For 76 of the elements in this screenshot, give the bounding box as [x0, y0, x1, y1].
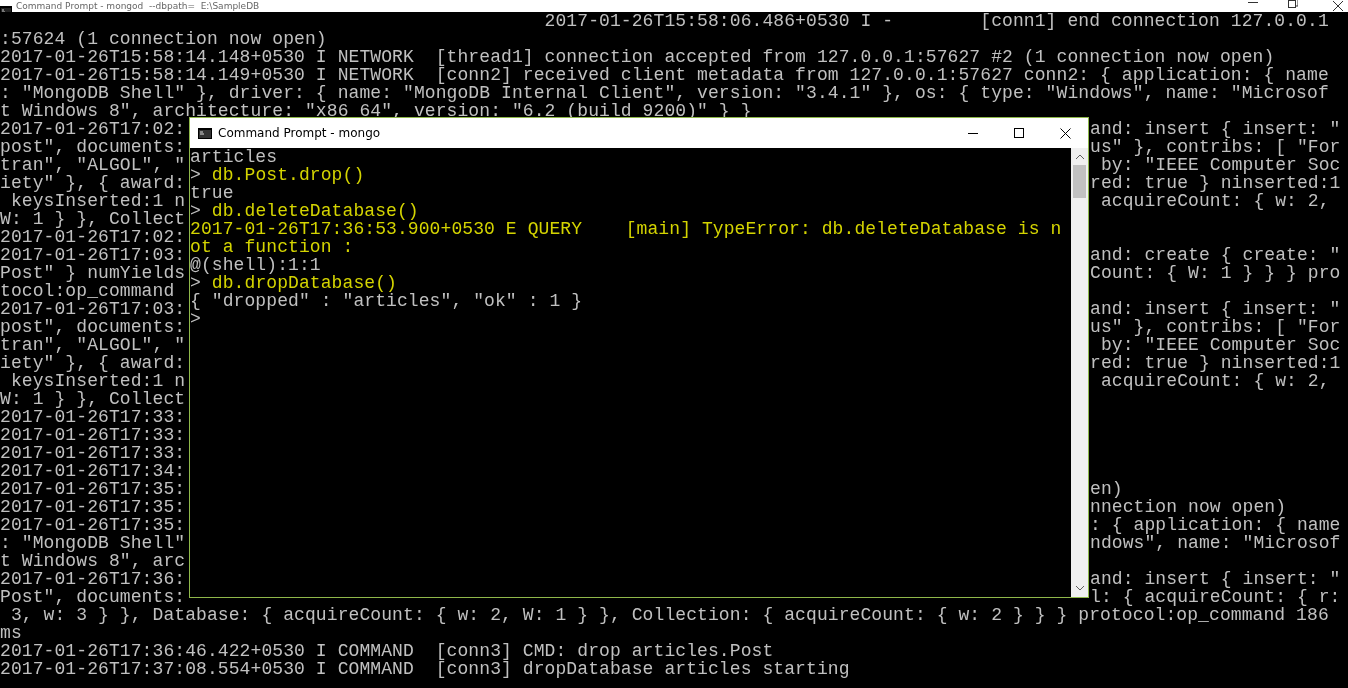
console-line: 2017-01-26T17:02:	[0, 227, 186, 247]
console-line: 2017-01-26T17:36:	[0, 569, 186, 589]
console-line: keysInserted:1 n	[10, 371, 186, 391]
console-line: red: true } ninserted:1	[1090, 354, 1341, 372]
scroll-up-icon[interactable]	[1075, 154, 1084, 159]
scroll-down-icon[interactable]	[1075, 586, 1084, 591]
console-line: and: insert { insert: "	[1090, 570, 1341, 588]
error-text: ot a function :	[190, 237, 354, 257]
command-text: db.deleteDatabase()	[211, 201, 419, 221]
console-line: W: 1 } }, Collect	[0, 389, 186, 409]
console-icon	[198, 127, 212, 139]
console-line: keysInserted:1 n	[10, 191, 186, 211]
console-line: ndows", name: "Microsof	[1090, 534, 1341, 552]
console-line: by: "IEEE Computer Soc	[1100, 156, 1341, 174]
console-line: tocol:op_command	[0, 281, 175, 301]
console-line: acquireCount: { w: 2,	[1099, 372, 1330, 390]
console-line: 2017-01-26T17:33:	[0, 443, 186, 463]
console-line: ms	[0, 624, 23, 642]
console-line: : "MongoDB Shell"	[0, 533, 186, 553]
console-line: 2017-01-26T17:34:	[0, 461, 186, 481]
console-line: iety" }, { award:	[0, 353, 186, 373]
console-line: 2017-01-26T17:03:	[0, 245, 186, 265]
console-line: and: insert { insert: "	[1090, 300, 1341, 318]
output-text: true	[190, 183, 234, 203]
console-line: 3, w: 3 } }, Database: { acquireCount: { w: 2, W: 1 } }, Collection: { acquireCount: { w: 2 } } } protocol:op_command 186	[9, 606, 1330, 624]
command-text: db.Post.drop()	[211, 165, 365, 185]
console-line: and: insert { insert: "	[1090, 120, 1341, 138]
prompt: >	[190, 273, 201, 293]
console-line: us" }, contribs: [ "For	[1090, 318, 1341, 336]
output-text: articles	[190, 148, 278, 167]
console-line: Post", documents:	[0, 587, 186, 607]
maximize-icon	[1014, 128, 1024, 138]
close-icon[interactable]	[1332, 0, 1344, 12]
console-line: Count: { W: 1 } } } pro	[1090, 264, 1341, 282]
console-line: 2017-01-26T17:36:46.422+0530 I COMMAND [conn3] CMD: drop articles.Post	[0, 642, 775, 660]
console-line: us" }, contribs: [ "For	[1090, 138, 1341, 156]
console-line: red: true } ninserted:1	[1090, 174, 1341, 192]
console-line: : { application: { name	[1090, 516, 1341, 534]
console-line: t Windows 8", arc	[0, 551, 186, 571]
console-line: 2017-01-26T15:58:06.486+0530 I - [conn1] end connection 127.0.0.1	[543, 12, 1330, 30]
scroll-thumb[interactable]	[1073, 165, 1086, 198]
console-line: 2017-01-26T17:35:	[0, 497, 186, 517]
console-line: l: { acquireCount: { r:	[1090, 588, 1341, 606]
command-text: db.dropDatabase()	[211, 273, 397, 293]
console-line: 2017-01-26T17:02:	[0, 119, 186, 139]
console-line: nnection now open)	[1090, 498, 1287, 516]
console-line: 2017-01-26T17:37:08.554+0530 I COMMAND [conn3] dropDatabase articles starting	[0, 660, 851, 678]
console-line: en)	[1090, 480, 1123, 498]
console-line: 2017-01-26T17:33:	[0, 425, 186, 445]
console-line: post", documents:	[0, 317, 186, 337]
console-line: 2017-01-26T17:33:	[0, 407, 186, 427]
prompt: >	[190, 201, 201, 221]
console-line: 2017-01-26T17:03:	[0, 299, 186, 319]
console-line: 2017-01-26T17:35:	[0, 479, 186, 499]
console-line: 2017-01-26T15:58:14.148+0530 I NETWORK [thread1] connection accepted from 127.0.0.1:57627 #2 (1 connection now open)	[0, 48, 1276, 66]
window-title: Command Prompt - mongod --dbpath= E:\SampleDB	[16, 1, 260, 12]
console-line: tran", "ALGOL", "	[0, 155, 186, 175]
prompt: >	[190, 165, 201, 185]
close-icon	[1059, 127, 1071, 139]
output-text: { "dropped" : "articles", "ok" : 1 }	[190, 291, 583, 311]
console-line: : "MongoDB Shell" }, driver: { name: "MongoDB Internal Client", version: "3.4.1" }, os: { type: "Windows", name: "Microsof	[0, 84, 1330, 102]
console-line: Post" } numYields	[0, 263, 186, 283]
error-text: 2017-01-26T17:36:53.900+0530 E QUERY [main] TypeError: db.deleteDatabase is n	[190, 219, 1062, 239]
prompt: >	[190, 309, 201, 329]
console-line: 2017-01-26T15:58:14.149+0530 I NETWORK [conn2] received client metadata from 127.0.0.1:57627 conn2: { application: { name	[0, 66, 1330, 84]
console-line: iety" }, { award:	[0, 173, 186, 193]
output-text: @(shell):1:1	[190, 255, 321, 275]
console-line: by: "IEEE Computer Soc	[1100, 336, 1341, 354]
console-line: 2017-01-26T17:35:	[0, 515, 186, 535]
console-line: and: create { create: "	[1090, 246, 1341, 264]
console-line: acquireCount: { w: 2,	[1099, 192, 1330, 210]
console-line: :57624 (1 connection now open)	[0, 30, 328, 48]
window-title: Command Prompt - mongo	[218, 126, 382, 140]
console-line: W: 1 } }, Collect	[0, 209, 186, 229]
console-line: post", documents:	[0, 137, 186, 157]
console-line: tran", "ALGOL", "	[0, 335, 186, 355]
